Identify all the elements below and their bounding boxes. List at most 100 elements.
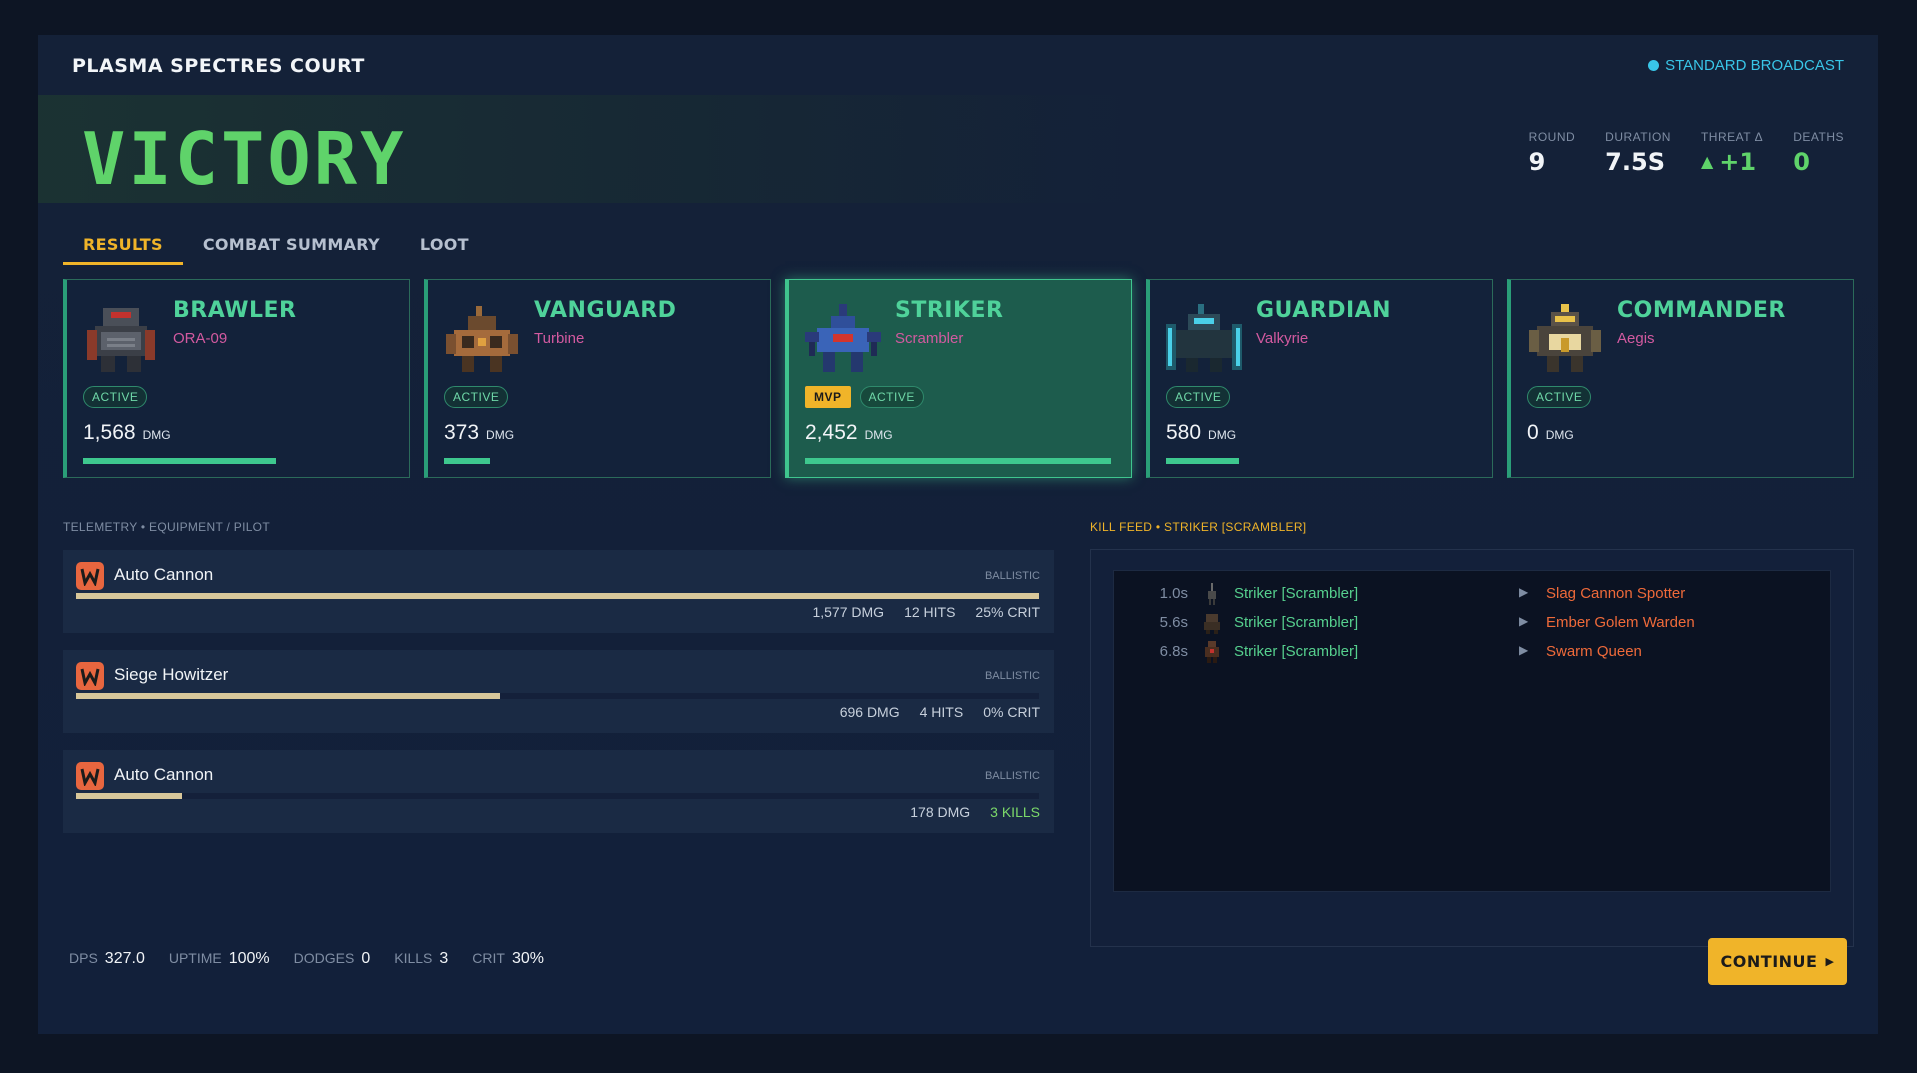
unit-name: BRAWLER [173, 298, 297, 323]
stat-label: DURATION [1605, 130, 1671, 144]
continue-label: CONTINUE [1720, 952, 1818, 971]
stat-damage: 696 DMG [839, 704, 900, 720]
continue-button[interactable]: CONTINUE ▶ [1708, 938, 1847, 985]
stat-kills: 3 KILLS [990, 804, 1040, 820]
unit-damage: 2,452 DMG [805, 421, 893, 445]
kill-victim: Ember Golem Warden [1546, 614, 1695, 631]
equipment-row[interactable]: Auto Cannon BALLISTIC 178 DMG 3 KILLS [63, 750, 1054, 833]
weapon-icon [76, 662, 104, 690]
stat-deaths: DEATHS 0 [1793, 130, 1844, 176]
weapon-name: Siege Howitzer [114, 665, 229, 684]
stat-duration: DURATION 7.5S [1605, 130, 1671, 176]
killfeed-row: 6.8s Striker [Scrambler] ▶ Swarm Queen [1114, 637, 1830, 665]
summary-stats: DPS 327.0 UPTIME 100% DODGES 0 KILLS 3 CRIT 3… [69, 950, 544, 968]
weapon-name: Auto Cannon [114, 565, 214, 584]
play-arrow-icon: ▶ [1519, 614, 1529, 628]
weapon-stats: 1,577 DMG 12 HITS 25% CRIT [812, 604, 1040, 620]
guardian-mech-icon [1166, 304, 1242, 372]
summary-value: 30% [511, 950, 544, 967]
unit-card-brawler[interactable]: BRAWLER ORA-09 ACTIVE 1,568 DMG [63, 279, 410, 478]
broadcast-label: STANDARD BROADCAST [1665, 57, 1844, 74]
damage-fill [76, 793, 182, 799]
damage-value: 0 [1527, 421, 1539, 444]
unit-card-striker[interactable]: STRIKER Scrambler MVP ACTIVE 2,452 DMG [785, 279, 1132, 478]
status-badge: ACTIVE [859, 386, 924, 408]
unit-damage: 580 DMG [1166, 421, 1236, 445]
unit-name: COMMANDER [1617, 298, 1786, 323]
striker-sprite-icon [1205, 641, 1219, 663]
damage-unit: DMG [1545, 428, 1574, 442]
results-screen: PLASMA SPECTRES COURT STANDARD BROADCAST… [38, 35, 1878, 1034]
status-badge: ACTIVE [1527, 386, 1592, 408]
unit-card-vanguard[interactable]: VANGUARD Turbine ACTIVE 373 DMG [424, 279, 771, 478]
kill-actor: Striker [Scrambler] [1234, 643, 1359, 660]
damage-value: 1,568 [83, 421, 136, 444]
damage-track [76, 593, 1039, 599]
tab-results[interactable]: RESULTS [63, 225, 183, 265]
brawler-mech-icon [87, 308, 155, 372]
summary-uptime: UPTIME 100% [169, 950, 270, 968]
summary-kills: KILLS 3 [394, 950, 448, 968]
status-badge: ACTIVE [83, 386, 148, 408]
killfeed-panel: 1.0s Striker [Scrambler] ▶ Slag Cannon S… [1090, 549, 1854, 947]
status-badge: ACTIVE [1166, 386, 1231, 408]
stat-crit: 0% CRIT [983, 704, 1040, 720]
unit-card-commander[interactable]: COMMANDER Aegis ACTIVE 0 DMG [1507, 279, 1854, 478]
damage-track [76, 693, 1039, 699]
kill-victim: Swarm Queen [1546, 643, 1642, 660]
stat-label: ROUND [1528, 130, 1576, 144]
damage-bar [444, 458, 490, 464]
unit-pilot: ORA-09 [173, 330, 228, 347]
tab-combat-summary[interactable]: COMBAT SUMMARY [183, 225, 400, 265]
damage-unit: DMG [486, 428, 515, 442]
kill-actor: Striker [Scrambler] [1234, 585, 1359, 602]
app-title: PLASMA SPECTRES COURT [72, 55, 365, 77]
stat-hits: 4 HITS [919, 704, 964, 720]
summary-dps: DPS 327.0 [69, 950, 145, 968]
weapon-name: Auto Cannon [114, 765, 214, 784]
summary-key: KILLS [394, 950, 433, 966]
weapon-icon [76, 562, 104, 590]
killfeed-list[interactable]: 1.0s Striker [Scrambler] ▶ Slag Cannon S… [1113, 570, 1831, 892]
unit-badges: ACTIVE [83, 386, 148, 408]
kill-time: 5.6s [1159, 614, 1188, 631]
summary-key: UPTIME [168, 950, 222, 966]
tab-loot[interactable]: LOOT [400, 225, 489, 265]
unit-pilot: Scrambler [895, 330, 964, 347]
damage-unit: DMG [142, 428, 171, 442]
weapon-category: BALLISTIC [984, 570, 1040, 582]
top-bar: PLASMA SPECTRES COURT STANDARD BROADCAST [38, 35, 1878, 95]
summary-crit: CRIT 30% [472, 950, 544, 968]
stat-value: 9 [1528, 148, 1546, 176]
damage-value: 580 [1166, 421, 1202, 444]
unit-card-guardian[interactable]: GUARDIAN Valkyrie ACTIVE 580 DMG [1146, 279, 1493, 478]
stat-round: ROUND 9 [1529, 130, 1576, 176]
unit-pilot: Aegis [1617, 330, 1655, 347]
damage-fill [76, 693, 500, 699]
killfeed-row: 1.0s Striker [Scrambler] ▶ Slag Cannon S… [1114, 579, 1830, 607]
killfeed-row: 5.6s Striker [Scrambler] ▶ Ember Golem W… [1114, 608, 1830, 636]
stat-value: 0 [1793, 148, 1810, 176]
equipment-row[interactable]: Siege Howitzer BALLISTIC 696 DMG 4 HITS … [63, 650, 1054, 733]
kill-victim: Slag Cannon Spotter [1546, 585, 1686, 602]
match-stats: ROUND 9 DURATION 7.5S THREAT Δ ▲ +1 DEATH… [1529, 130, 1844, 176]
unit-badges: ACTIVE [1166, 386, 1231, 408]
telemetry-label: TELEMETRY • EQUIPMENT / PILOT [63, 520, 270, 534]
stat-value: ▲ +1 [1701, 148, 1763, 176]
unit-damage: 373 DMG [444, 421, 514, 445]
damage-bar [805, 458, 1111, 464]
summary-value: 0 [361, 950, 371, 967]
damage-track [76, 793, 1039, 799]
unit-pilot: Turbine [534, 330, 585, 347]
equipment-row[interactable]: Auto Cannon BALLISTIC 1,577 DMG 12 HITS … [63, 550, 1054, 633]
damage-bar [83, 458, 276, 464]
weapon-category: BALLISTIC [984, 670, 1040, 682]
unit-badges: MVP ACTIVE [805, 386, 924, 408]
stat-damage: 1,577 DMG [812, 604, 885, 620]
play-arrow-icon: ▶ [1825, 955, 1835, 968]
summary-key: DODGES [293, 950, 355, 966]
threat-value: +1 [1719, 148, 1757, 176]
vanguard-mech-icon [446, 306, 518, 372]
stat-label: DEATHS [1793, 130, 1844, 144]
summary-value: 327.0 [104, 950, 145, 967]
